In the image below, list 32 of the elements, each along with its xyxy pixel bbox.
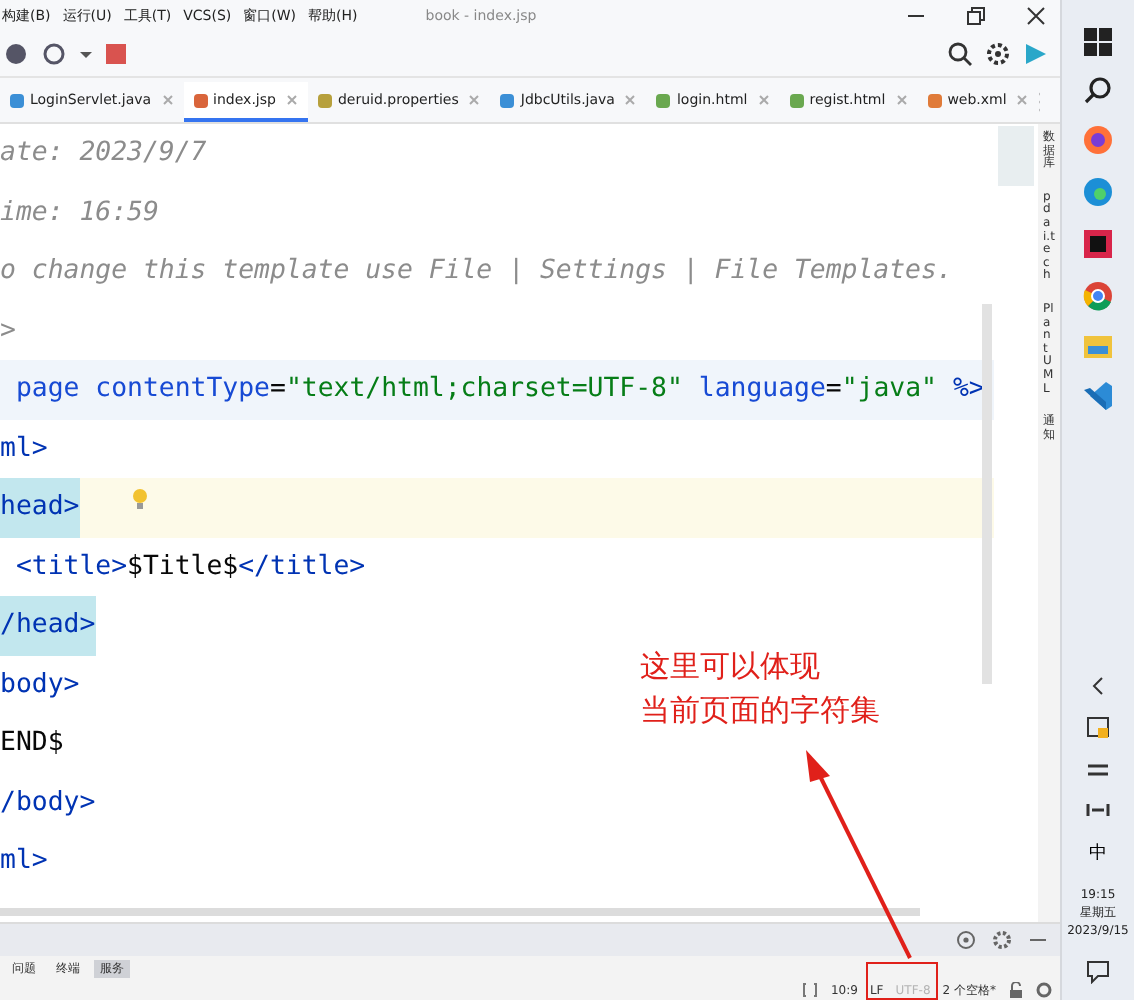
code-line: body> [0, 667, 80, 703]
code-line: > [0, 313, 16, 349]
input-method-indicator[interactable]: 中 [1089, 840, 1107, 866]
highlight-frame [866, 962, 938, 1000]
code-line: o change this template use File | Settings | File Templates. [0, 254, 953, 290]
code-line: ate: 2023/9/7 [0, 136, 207, 172]
code-line: <title>$Title$</title> [13, 549, 366, 585]
chevron-left-icon[interactable] [1090, 676, 1106, 696]
code-line: page contentType="text/html;charset=UTF-8" language="java" %> [13, 372, 985, 408]
scrollbar-thumb[interactable] [982, 304, 992, 684]
gear-icon[interactable] [1036, 982, 1052, 998]
scrollbar-thumb[interactable] [0, 908, 920, 916]
tray-app-icon[interactable] [1086, 716, 1110, 740]
windows-logo-icon[interactable] [1084, 28, 1112, 56]
code-line: ml> [0, 844, 48, 880]
code-line: ime: 16:59 [0, 195, 159, 231]
minimap-drawing [998, 126, 1034, 186]
code-line: END$ [0, 726, 64, 762]
code-line: /body> [0, 785, 96, 821]
folder-icon[interactable] [1082, 332, 1114, 360]
code-editor-icon[interactable] [1082, 380, 1114, 412]
brackets-icon[interactable] [802, 982, 819, 998]
target-icon[interactable] [956, 930, 976, 950]
lightbulb-icon[interactable] [132, 488, 148, 510]
lock-icon[interactable] [1008, 982, 1024, 998]
search-icon[interactable] [1084, 76, 1112, 104]
search-icon[interactable] [948, 42, 972, 66]
code-line: ml> [0, 431, 48, 467]
chrome-icon[interactable] [1082, 280, 1114, 312]
ide-app-icon[interactable] [1082, 228, 1114, 260]
notification-icon[interactable] [1086, 960, 1110, 984]
settings-icon[interactable] [986, 42, 1010, 66]
